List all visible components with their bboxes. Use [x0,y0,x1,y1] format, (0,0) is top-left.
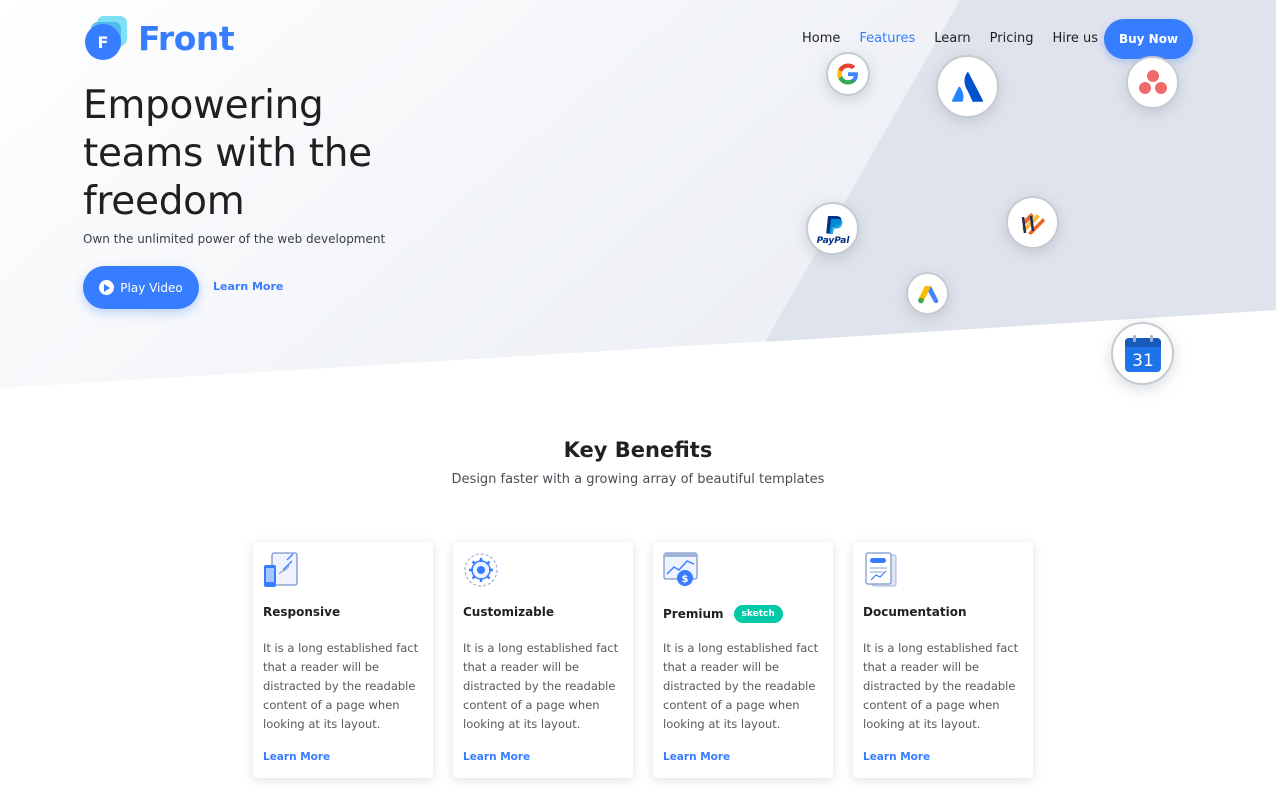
brand-name: Front [138,19,235,58]
atlassian-icon [936,55,999,118]
card-title: Customizable [463,605,555,619]
card-text: It is a long established fact that a rea… [663,641,819,731]
benefit-card-responsive: Responsive It is a long established fact… [253,542,433,778]
hero-subtitle: Own the unlimited power of the web devel… [83,232,386,246]
nav-features[interactable]: Features [859,30,915,48]
benefit-card-customizable: Customizable It is a long established fa… [453,542,633,778]
chart-dollar-icon: $ [663,552,699,588]
nav-learn[interactable]: Learn [934,30,970,48]
key-benefits-title: Key Benefits [563,438,713,462]
asana-icon [1126,56,1179,109]
card-title: Premium sketch [663,605,783,623]
play-video-label: Play Video [120,280,183,295]
card-text: It is a long established fact that a rea… [263,641,419,731]
play-icon [99,280,115,295]
svg-text:F: F [98,33,109,52]
play-video-button[interactable]: Play Video [83,266,199,309]
main-nav: Home Features Learn Pricing Hire us [802,30,1117,48]
svg-text:PayPal: PayPal [816,236,850,246]
svg-text:31: 31 [1132,351,1154,371]
paypal-icon: PayPal [806,202,859,255]
card-learn-more-link[interactable]: Learn More [663,751,730,763]
key-benefits-subtitle: Design faster with a growing array of be… [451,472,825,487]
card-learn-more-link[interactable]: Learn More [463,751,530,763]
zeplin-icon [1006,196,1059,249]
svg-text:$: $ [682,574,689,585]
google-icon [826,52,870,96]
card-text: It is a long established fact that a rea… [863,641,1019,731]
card-title: Documentation [863,605,967,619]
hero-learn-more-link[interactable]: Learn More [213,280,283,293]
front-logo-icon: F [83,16,129,62]
nav-hire-us[interactable]: Hire us [1052,30,1098,48]
buy-now-button[interactable]: Buy Now [1104,19,1193,59]
document-icon [863,552,899,588]
benefit-card-documentation: Documentation It is a long established f… [853,542,1033,778]
nav-home[interactable]: Home [802,30,840,48]
benefit-card-premium: $ Premium sketch It is a long establishe… [653,542,833,778]
brand-logo[interactable]: F Front [83,16,235,62]
card-text: It is a long established fact that a rea… [463,641,619,731]
gear-icon [463,552,499,588]
sketch-badge: sketch [733,605,783,623]
responsive-devices-icon [263,552,299,588]
card-learn-more-link[interactable]: Learn More [263,751,330,763]
card-learn-more-link[interactable]: Learn More [863,751,930,763]
card-title: Responsive [263,605,341,619]
nav-pricing[interactable]: Pricing [990,30,1034,48]
hero-title: Empowering teams with the freedom [83,83,372,224]
google-calendar-icon: 31 [1111,322,1174,385]
google-ads-icon [906,272,949,315]
